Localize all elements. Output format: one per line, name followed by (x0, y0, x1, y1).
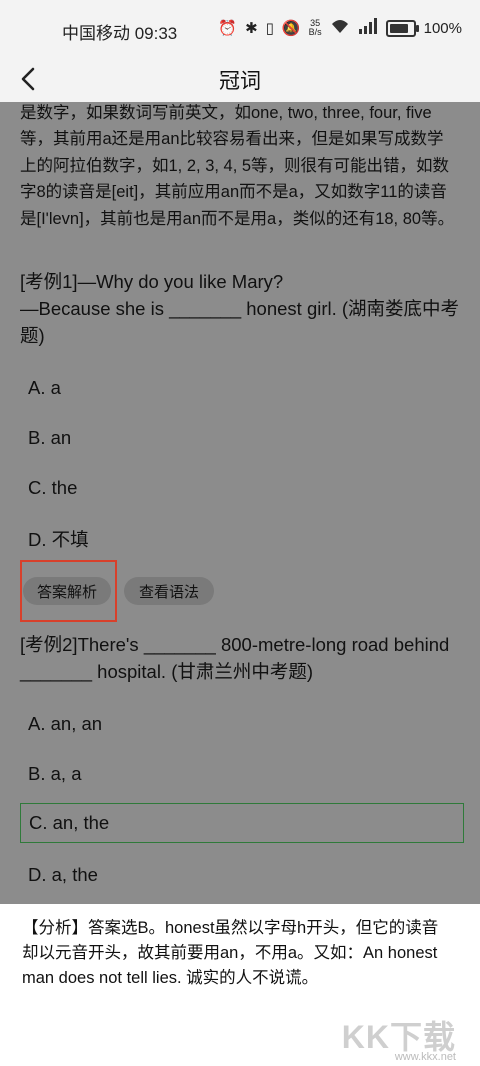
carrier-time: 中国移动 09:33 (62, 24, 178, 43)
battery-icon (385, 19, 419, 37)
example1-option-d[interactable]: D. 不填 (20, 519, 464, 559)
example2-option-b[interactable]: B. a, a (20, 754, 464, 794)
example2-option-d[interactable]: D. a, the (20, 855, 464, 895)
status-icons: ⏰ ✱ ▯ 🔕 35 B/s 100% (218, 18, 462, 38)
network-speed: 35 B/s (308, 18, 322, 37)
app-header: 冠词 (0, 58, 480, 102)
example1-line2: —Because she is _______ honest girl. (湖南… (20, 298, 460, 346)
back-button[interactable] (14, 64, 44, 94)
wifi-icon (330, 18, 350, 38)
highlight-box (20, 560, 117, 622)
bluetooth-icon: ✱ (245, 20, 258, 37)
vibrate-icon: ▯ (265, 20, 274, 37)
lesson-content[interactable]: 是数字，如果数词写前英文，如one, two, three, four, fiv… (0, 102, 480, 904)
example2-option-a[interactable]: A. an, an (20, 704, 464, 744)
lesson-paragraph: 是数字，如果数词写前英文，如one, two, three, four, fiv… (20, 104, 455, 228)
example1-option-c[interactable]: C. the (20, 468, 464, 508)
example1-option-a[interactable]: A. a (20, 368, 464, 408)
signal-icon (358, 18, 378, 38)
analysis-text: 【分析】答案选B。honest虽然以字母h开头，但它的读音却以元音开头，故其前要… (22, 919, 439, 987)
watermark-url: www.kkx.net (394, 1051, 456, 1063)
example1-question: [考例1]—Why do you like Mary? —Because she… (20, 268, 460, 349)
example2-option-c[interactable]: C. an, the (20, 803, 464, 843)
example1-line1: [考例1]—Why do you like Mary? (20, 271, 284, 292)
page-title: 冠词 (219, 70, 261, 93)
example2-question: [考例2]There's _______ 800-metre-long road… (20, 634, 450, 682)
view-grammar-button[interactable]: 查看语法 (124, 577, 214, 605)
example1-option-b[interactable]: B. an (20, 418, 464, 458)
battery-level: 100% (423, 19, 462, 37)
status-bar: 中国移动 09:33 ⏰ ✱ ▯ 🔕 35 B/s 100% (0, 0, 480, 58)
alarm-icon: ⏰ (218, 20, 238, 37)
chevron-left-icon (21, 67, 35, 91)
mute-icon: 🔕 (281, 20, 301, 37)
